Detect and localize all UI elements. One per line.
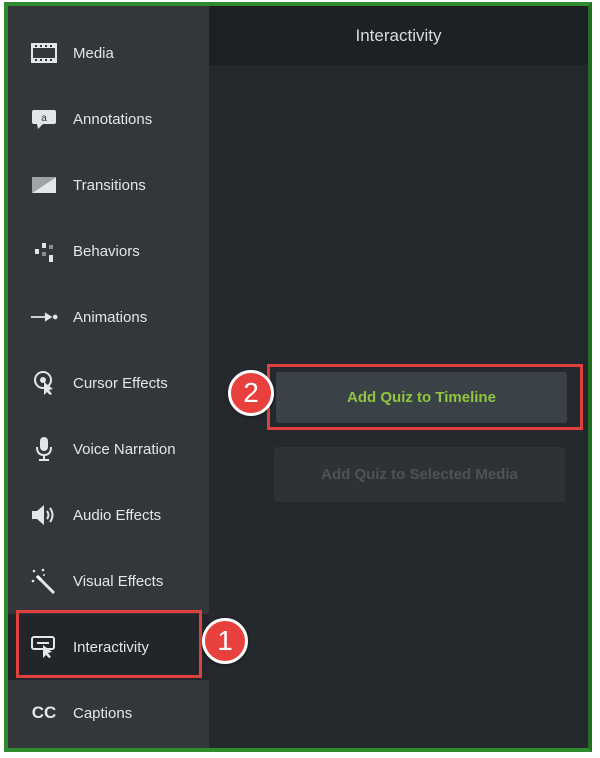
transition-wedge-icon <box>30 171 58 199</box>
step-2-badge: 2 <box>228 370 274 416</box>
sidebar-item-voice-narration[interactable]: Voice Narration <box>8 416 209 482</box>
sidebar-item-label: Audio Effects <box>73 506 162 524</box>
sidebar-item-interactivity[interactable]: Interactivity <box>8 614 209 680</box>
sidebar: Media a Annotations Transitions Behavior… <box>8 6 209 748</box>
sidebar-item-label: Animations <box>73 308 148 326</box>
app-window: Media a Annotations Transitions Behavior… <box>4 2 592 752</box>
sidebar-item-label: Voice Narration <box>73 440 176 458</box>
film-strip-icon <box>30 39 58 67</box>
magic-wand-icon <box>30 567 58 595</box>
sidebar-item-audio-effects[interactable]: Audio Effects <box>8 482 209 548</box>
behaviors-bars-icon <box>30 237 58 265</box>
svg-text:a: a <box>41 113 47 124</box>
sidebar-item-label: Visual Effects <box>73 572 164 590</box>
sidebar-item-label: Captions <box>73 704 133 722</box>
speaker-icon <box>30 501 58 529</box>
sidebar-item-animations[interactable]: Animations <box>8 284 209 350</box>
sidebar-item-label: Interactivity <box>73 638 149 656</box>
sidebar-item-cursor-effects[interactable]: Cursor Effects <box>8 350 209 416</box>
sidebar-item-label: Media <box>73 44 114 62</box>
panel-title: Interactivity <box>209 6 588 65</box>
interactivity-cursor-icon <box>30 633 58 661</box>
sidebar-item-transitions[interactable]: Transitions <box>8 152 209 218</box>
sidebar-item-label: Behaviors <box>73 242 140 260</box>
sidebar-item-behaviors[interactable]: Behaviors <box>8 218 209 284</box>
sidebar-item-label: Annotations <box>73 110 153 128</box>
annotation-callout-icon: a <box>30 105 58 133</box>
microphone-icon <box>30 435 58 463</box>
add-quiz-to-selected-media-button: Add Quiz to Selected Media <box>274 447 565 502</box>
animation-arrow-icon <box>30 303 58 331</box>
cc-icon: CC <box>31 703 57 722</box>
sidebar-item-captions[interactable]: CC Captions <box>8 680 209 746</box>
cursor-spotlight-icon <box>30 369 58 397</box>
step-1-badge: 1 <box>202 618 248 664</box>
sidebar-item-annotations[interactable]: a Annotations <box>8 86 209 152</box>
sidebar-item-label: Cursor Effects <box>73 374 168 392</box>
sidebar-item-media[interactable]: Media <box>8 20 209 86</box>
sidebar-item-visual-effects[interactable]: Visual Effects <box>8 548 209 614</box>
sidebar-item-label: Transitions <box>73 176 146 194</box>
add-quiz-to-timeline-button[interactable]: Add Quiz to Timeline <box>276 372 567 423</box>
